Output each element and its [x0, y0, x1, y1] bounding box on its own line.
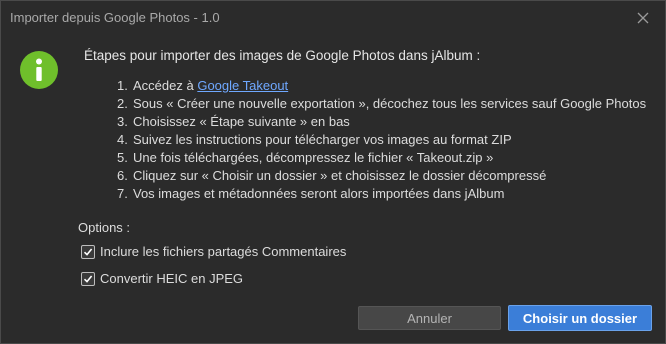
close-icon: [637, 12, 649, 24]
title-bar: Importer depuis Google Photos - 1.0: [1, 1, 665, 35]
cancel-button[interactable]: Annuler: [358, 306, 501, 330]
close-button[interactable]: [632, 7, 654, 29]
step-item: 6. Cliquez sur « Choisir un dossier » et …: [117, 168, 547, 183]
window-title: Importer depuis Google Photos - 1.0: [10, 10, 220, 25]
step-item: 7. Vos images et métadonnées seront alors…: [117, 186, 505, 201]
step-item: 5. Une fois téléchargées, décompressez le…: [117, 150, 494, 165]
step-item: 1. Accédez à Google Takeout: [117, 78, 289, 93]
checkbox-box[interactable]: [81, 271, 95, 286]
convert-heic-label: Convertir HEIC en JPEG: [100, 271, 244, 286]
google-takeout-link[interactable]: Google Takeout: [197, 78, 288, 93]
checkmark-icon: [83, 247, 93, 256]
step-item: 2. Sous « Créer une nouvelle exportation …: [117, 96, 647, 111]
instructions-heading: Étapes pour importer des images de Googl…: [84, 48, 481, 63]
include-shared-checkbox[interactable]: Inclure les fichiers partagés Commentair…: [81, 244, 346, 259]
checkmark-icon: [83, 274, 93, 283]
step-item: 4. Suivez les instructions pour télécharg…: [117, 132, 512, 147]
options-label: Options :: [78, 220, 131, 235]
step-item: 3. Choisissez « Étape suivante » en bas: [117, 114, 350, 129]
steps-list: 1. Accédez à Google Takeout 2. Sous « Crée…: [117, 77, 646, 203]
checkbox-box[interactable]: [81, 244, 95, 259]
dialog-window: Importer depuis Google Photos - 1.0 Étap…: [0, 0, 666, 344]
info-icon: [20, 51, 58, 89]
include-shared-label: Inclure les fichiers partagés Commentair…: [100, 244, 347, 259]
convert-heic-checkbox[interactable]: Convertir HEIC en JPEG: [81, 271, 243, 286]
choose-folder-button[interactable]: Choisir un dossier: [508, 305, 652, 331]
